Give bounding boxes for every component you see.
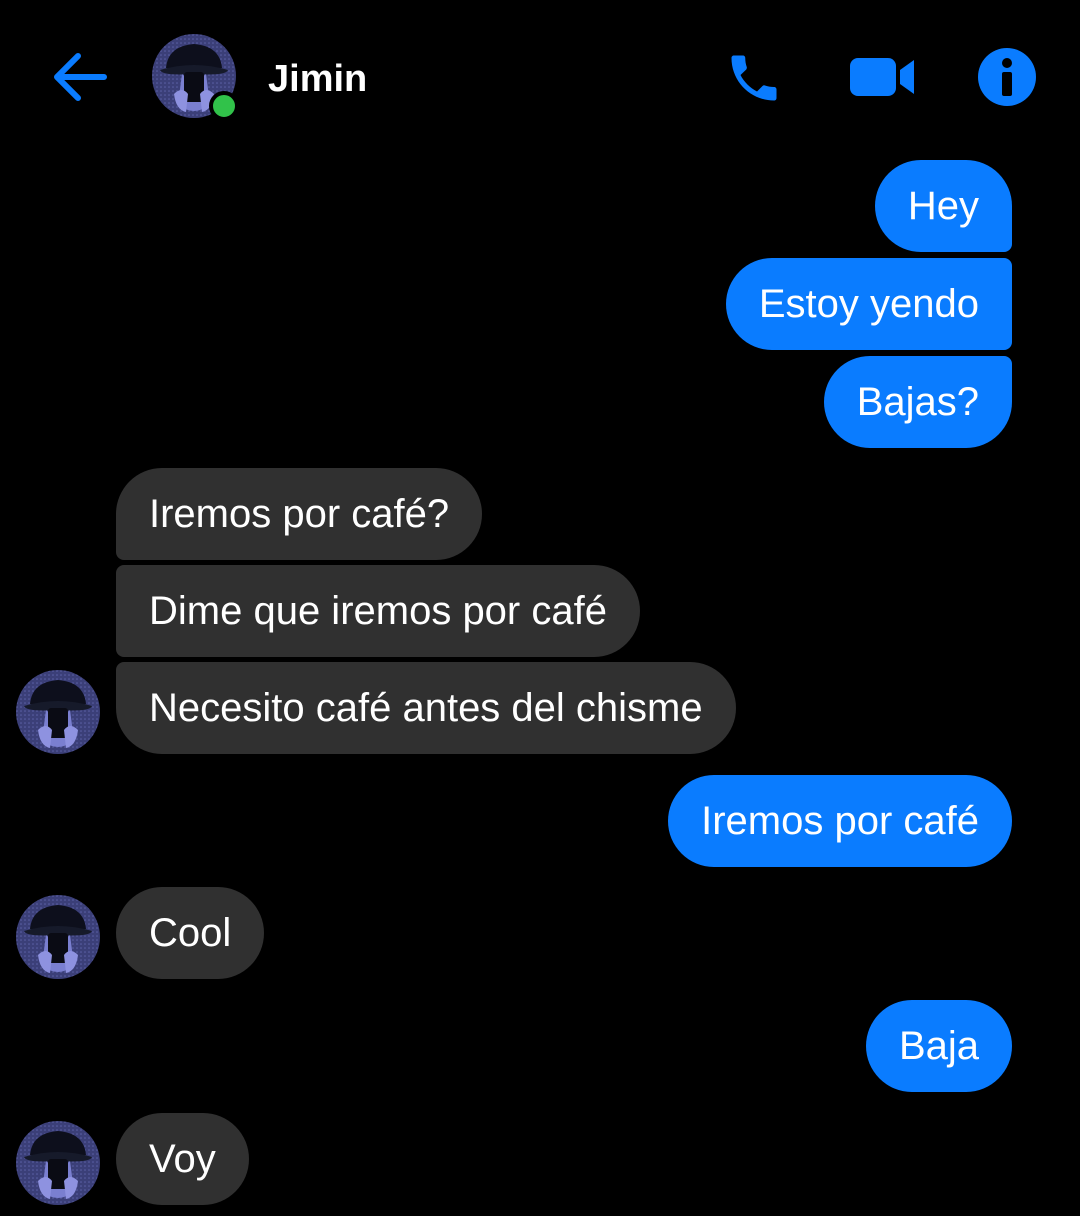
contact-avatar[interactable] xyxy=(16,1121,100,1205)
message-bubble-outgoing[interactable]: Estoy yendo xyxy=(725,258,1012,350)
message-bubble-outgoing[interactable]: Hey xyxy=(874,160,1012,252)
message-bubble-outgoing[interactable]: Bajas? xyxy=(823,356,1012,448)
contact-avatar[interactable] xyxy=(16,895,100,979)
back-arrow-icon[interactable] xyxy=(50,50,108,104)
phone-icon[interactable] xyxy=(724,48,784,108)
message-bubble-outgoing[interactable]: Baja xyxy=(865,1000,1012,1092)
message-bubble-incoming[interactable]: Voy xyxy=(116,1113,249,1205)
chat-header: Jimin xyxy=(0,0,1080,150)
contact-avatar[interactable] xyxy=(16,670,100,754)
online-status-dot xyxy=(209,91,239,121)
message-bubble-incoming[interactable]: Dime que iremos por café xyxy=(116,565,640,657)
message-bubble-incoming[interactable]: Necesito café antes del chisme xyxy=(116,662,736,754)
info-icon[interactable] xyxy=(976,46,1038,108)
video-camera-icon[interactable] xyxy=(848,54,916,100)
contact-name[interactable]: Jimin xyxy=(268,57,367,101)
message-bubble-incoming[interactable]: Cool xyxy=(116,887,265,979)
message-bubble-incoming[interactable]: Iremos por café? xyxy=(116,468,483,560)
message-bubble-outgoing[interactable]: Iremos por café xyxy=(668,775,1012,867)
